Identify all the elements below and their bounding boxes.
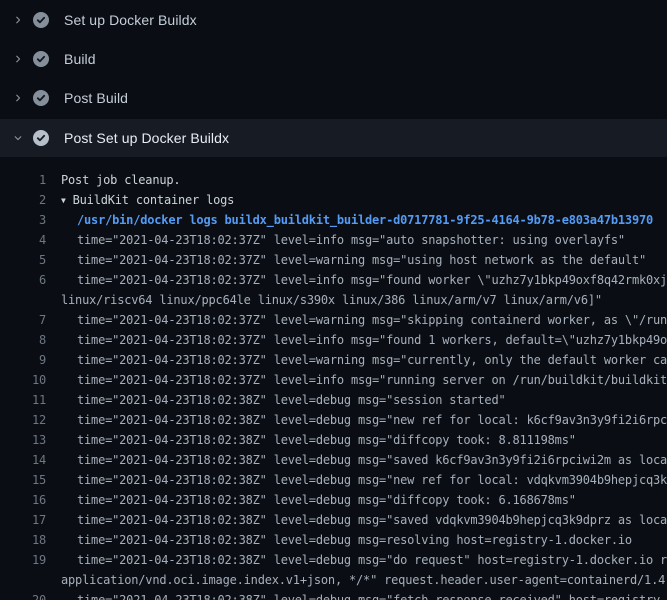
line-number[interactable]: 2 [0, 190, 46, 210]
log-line[interactable]: 16 time="2021-04-23T18:02:38Z" level=deb… [0, 490, 667, 510]
log-line[interactable]: 8 time="2021-04-23T18:02:37Z" level=info… [0, 330, 667, 350]
line-number[interactable]: 12 [0, 410, 46, 430]
line-number[interactable]: 7 [0, 310, 46, 330]
log-line[interactable]: 19 time="2021-04-23T18:02:38Z" level=deb… [0, 550, 667, 570]
log-text: time="2021-04-23T18:02:38Z" level=debug … [77, 410, 667, 430]
log-text: time="2021-04-23T18:02:37Z" level=warnin… [77, 250, 646, 270]
line-number[interactable]: 19 [0, 550, 46, 570]
log-text: time="2021-04-23T18:02:38Z" level=debug … [77, 390, 506, 410]
line-number[interactable]: 6 [0, 270, 46, 290]
log-line[interactable]: 4 time="2021-04-23T18:02:37Z" level=info… [0, 230, 667, 250]
step-label: Post Build [64, 90, 128, 106]
log-text: time="2021-04-23T18:02:38Z" level=debug … [77, 490, 576, 510]
line-number[interactable]: 15 [0, 470, 46, 490]
log-text: ▼BuildKit container logs [61, 190, 234, 210]
check-circle-icon [33, 12, 49, 28]
step-list: Set up Docker Buildx Build Post Build [0, 0, 667, 157]
log-line[interactable]: application/vnd.oci.image.index.v1+json,… [0, 570, 667, 590]
line-number[interactable]: 17 [0, 510, 46, 530]
log-line[interactable]: 11 time="2021-04-23T18:02:38Z" level=deb… [0, 390, 667, 410]
line-number[interactable]: 20 [0, 590, 46, 600]
log-text: time="2021-04-23T18:02:37Z" level=info m… [77, 330, 667, 350]
log-text: application/vnd.oci.image.index.v1+json,… [61, 570, 665, 590]
log-line[interactable]: linux/riscv64 linux/ppc64le linux/s390x … [0, 290, 667, 310]
step-post-set-up-docker-buildx[interactable]: Post Set up Docker Buildx [0, 119, 667, 157]
line-number[interactable]: 16 [0, 490, 46, 510]
log-text: time="2021-04-23T18:02:38Z" level=debug … [77, 470, 667, 490]
log-line[interactable]: 17 time="2021-04-23T18:02:38Z" level=deb… [0, 510, 667, 530]
line-number[interactable]: 5 [0, 250, 46, 270]
step-label: Build [64, 51, 96, 67]
log-text: time="2021-04-23T18:02:37Z" level=warnin… [77, 350, 667, 370]
log-text: Post job cleanup. [61, 170, 180, 190]
log-line[interactable]: 6 time="2021-04-23T18:02:37Z" level=info… [0, 270, 667, 290]
actions-log-panel: Set up Docker Buildx Build Post Build [0, 0, 667, 600]
line-number[interactable]: 8 [0, 330, 46, 350]
log-line[interactable]: 1 Post job cleanup. [0, 170, 667, 190]
line-number[interactable]: 3 [0, 210, 46, 230]
log-text: time="2021-04-23T18:02:37Z" level=info m… [77, 270, 667, 290]
log-line[interactable]: 12 time="2021-04-23T18:02:38Z" level=deb… [0, 410, 667, 430]
step-build[interactable]: Build [0, 39, 667, 78]
line-number[interactable]: 18 [0, 530, 46, 550]
chevron-down-icon[interactable] [13, 133, 33, 143]
line-number[interactable]: 14 [0, 450, 46, 470]
group-expanded-icon[interactable]: ▼ [61, 191, 66, 211]
log-line[interactable]: 3 /usr/bin/docker logs buildx_buildkit_b… [0, 210, 667, 230]
chevron-right-icon[interactable] [13, 54, 33, 64]
log-text: time="2021-04-23T18:02:38Z" level=debug … [77, 590, 667, 600]
line-number[interactable]: 13 [0, 430, 46, 450]
log-text: time="2021-04-23T18:02:38Z" level=debug … [77, 550, 667, 570]
step-label: Post Set up Docker Buildx [64, 130, 229, 146]
log-line[interactable]: 13 time="2021-04-23T18:02:38Z" level=deb… [0, 430, 667, 450]
log-text: time="2021-04-23T18:02:37Z" level=warnin… [77, 310, 667, 330]
log-line[interactable]: 20 time="2021-04-23T18:02:38Z" level=deb… [0, 590, 667, 600]
log-line[interactable]: 14 time="2021-04-23T18:02:38Z" level=deb… [0, 450, 667, 470]
log-text: time="2021-04-23T18:02:37Z" level=info m… [77, 230, 625, 250]
line-number[interactable] [0, 570, 46, 590]
line-number[interactable]: 4 [0, 230, 46, 250]
log-line[interactable]: 15 time="2021-04-23T18:02:38Z" level=deb… [0, 470, 667, 490]
log-text: linux/riscv64 linux/ppc64le linux/s390x … [61, 290, 602, 310]
log-line[interactable]: 2 ▼BuildKit container logs [0, 190, 667, 210]
log-text: /usr/bin/docker logs buildx_buildkit_bui… [77, 210, 653, 230]
line-number[interactable]: 11 [0, 390, 46, 410]
check-circle-icon [33, 130, 49, 146]
log-text: time="2021-04-23T18:02:38Z" level=debug … [77, 510, 667, 530]
log-line[interactable]: 7 time="2021-04-23T18:02:37Z" level=warn… [0, 310, 667, 330]
log-text: time="2021-04-23T18:02:38Z" level=debug … [77, 450, 667, 470]
log-line[interactable]: 5 time="2021-04-23T18:02:37Z" level=warn… [0, 250, 667, 270]
chevron-right-icon[interactable] [13, 15, 33, 25]
log-text: time="2021-04-23T18:02:37Z" level=info m… [77, 370, 667, 390]
line-number[interactable] [0, 290, 46, 310]
log-line[interactable]: 10 time="2021-04-23T18:02:37Z" level=inf… [0, 370, 667, 390]
chevron-right-icon[interactable] [13, 93, 33, 103]
check-circle-icon [33, 51, 49, 67]
log-text: time="2021-04-23T18:02:38Z" level=debug … [77, 530, 632, 550]
line-number[interactable]: 9 [0, 350, 46, 370]
step-post-build[interactable]: Post Build [0, 78, 667, 117]
step-set-up-docker-buildx[interactable]: Set up Docker Buildx [0, 0, 667, 39]
step-label: Set up Docker Buildx [64, 12, 197, 28]
log-line[interactable]: 18 time="2021-04-23T18:02:38Z" level=deb… [0, 530, 667, 550]
log-text: time="2021-04-23T18:02:38Z" level=debug … [77, 430, 576, 450]
log-viewer[interactable]: 1 Post job cleanup. 2 ▼BuildKit containe… [0, 157, 667, 600]
line-number[interactable]: 1 [0, 170, 46, 190]
log-line[interactable]: 9 time="2021-04-23T18:02:37Z" level=warn… [0, 350, 667, 370]
line-number[interactable]: 10 [0, 370, 46, 390]
check-circle-icon [33, 90, 49, 106]
